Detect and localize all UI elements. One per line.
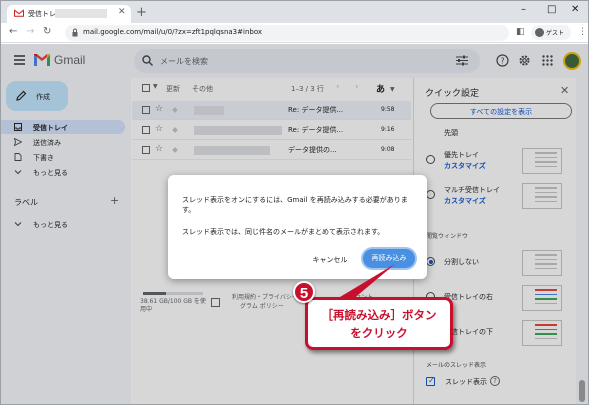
reload-dialog: スレッド表示をオンにするには、Gmail を再読み込みする必要があります。 スレ…: [168, 175, 427, 279]
cancel-button[interactable]: キャンセル: [306, 252, 354, 268]
callout-line-2: をクリック: [350, 326, 408, 340]
dialog-message-1: スレッド表示をオンにするには、Gmail を再読み込みする必要があります。: [182, 196, 408, 215]
new-tab-button[interactable]: +: [136, 5, 147, 20]
callout-line-1: ［再読み込み］ボタン: [321, 308, 437, 322]
tab-title-redacted: [55, 9, 107, 18]
tab-close-icon[interactable]: ✕: [118, 7, 126, 17]
profile-button[interactable]: ゲスト: [531, 25, 571, 40]
address-bar[interactable]: mail.google.com/mail/u/0/?zx=zft1pqlqsna…: [65, 25, 509, 41]
forward-arrow-icon[interactable]: →: [26, 26, 34, 37]
url-text: mail.google.com/mail/u/0/?zx=zft1pqlqsna…: [83, 28, 263, 36]
tab-strip: 受信トレイ ✕ + – □ ✕: [1, 1, 588, 23]
callout-box: ［再読み込み］ボタン をクリック: [305, 297, 453, 350]
maximize-button[interactable]: □: [547, 4, 556, 15]
reload-icon[interactable]: ↻: [43, 26, 51, 37]
step-number-badge: 5: [293, 281, 315, 303]
back-arrow-icon[interactable]: ←: [9, 26, 17, 37]
browser-toolbar: ← → ↻ mail.google.com/mail/u/0/?zx=zft1p…: [1, 23, 588, 43]
lock-icon: [72, 28, 78, 37]
sidepanel-icon[interactable]: ◧: [516, 27, 525, 37]
browser-menu-icon[interactable]: ⋮: [578, 27, 587, 37]
minimize-button[interactable]: –: [521, 4, 526, 15]
person-icon: [535, 28, 544, 37]
guest-label: ゲスト: [546, 30, 565, 37]
dialog-message-2: スレッド表示では、同じ件名のメールがまとめて表示されます。: [182, 228, 385, 236]
tab-inbox[interactable]: 受信トレイ ✕: [7, 5, 131, 23]
close-window-button[interactable]: ✕: [571, 4, 579, 15]
gmail-favicon-icon: [14, 9, 24, 17]
reload-button[interactable]: 再読み込み: [363, 249, 415, 268]
